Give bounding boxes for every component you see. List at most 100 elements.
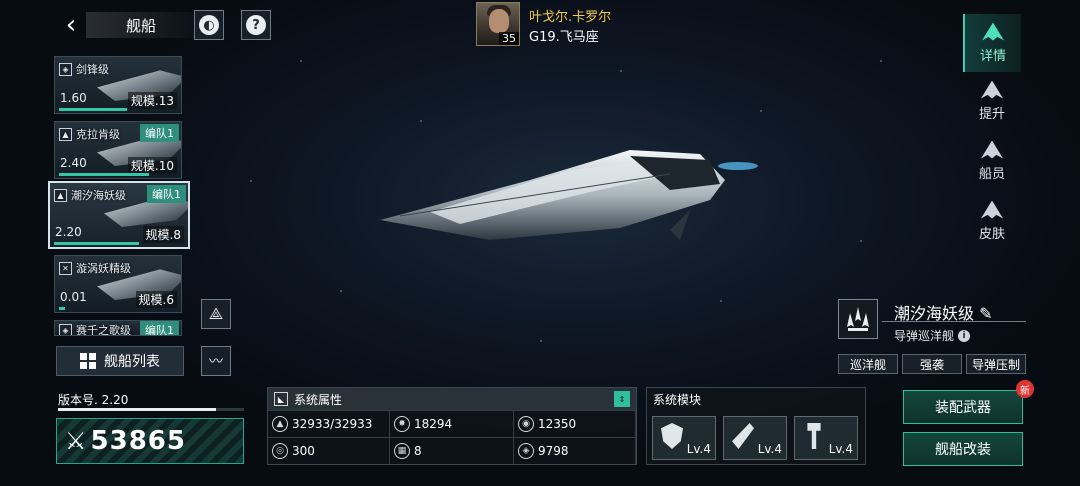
ship-card-scale: 规模.6 xyxy=(135,291,177,308)
expand-toggle-icon[interactable]: ⇕ xyxy=(614,391,630,407)
ship-card-progress xyxy=(54,242,139,245)
module-slot[interactable]: Lv.4 xyxy=(723,416,787,460)
speed-icon: ◎ xyxy=(272,443,288,459)
ship-card-selected[interactable]: ▲ 潮汐海妖级 编队1 2.20 规模.8 xyxy=(48,181,190,249)
fleet-formation-button[interactable]: ⟁ xyxy=(201,299,231,329)
new-badge: 新 xyxy=(1016,380,1034,398)
ship-model xyxy=(380,150,758,240)
module-slot[interactable]: Lv.4 xyxy=(652,416,716,460)
ship-card-version: 0.01 xyxy=(60,290,87,304)
attr-hull: ▲ 32933/32933 xyxy=(268,410,390,437)
tab-label: 皮肤 xyxy=(978,226,1005,242)
ship-card-scale: 规模.13 xyxy=(127,92,177,109)
missile-cruiser-icon xyxy=(847,307,869,331)
power-value: 53865 xyxy=(90,426,186,456)
info-icon[interactable]: i xyxy=(958,329,971,342)
tab-upgrade[interactable]: 提升 xyxy=(963,72,1021,130)
ship-tag: 巡洋舰 xyxy=(838,354,898,374)
ship-card-name: 剑锋级 xyxy=(76,63,109,76)
ship-card-progress xyxy=(59,108,127,111)
formation-icon: ⟁ xyxy=(208,304,224,323)
tab-details[interactable]: 详情 xyxy=(963,14,1021,72)
ship-card[interactable]: ◈ 剑锋级 1.60 规模.13 xyxy=(54,56,182,114)
ship-card-name: 漩涡妖精级 xyxy=(76,262,131,275)
energy-icon: ◈ xyxy=(518,443,534,459)
version-label: 版本号. 2.20 xyxy=(58,393,129,407)
galaxy-button[interactable]: ◐ xyxy=(194,10,224,40)
commander-location: G19.飞马座 xyxy=(529,30,599,45)
shield-class-icon: ◈ xyxy=(59,323,72,335)
module-slot[interactable]: Lv.4 xyxy=(794,416,858,460)
attributes-title: 系统属性 xyxy=(294,392,343,407)
commander-name: 叶戈尔.卡罗尔 xyxy=(529,10,612,25)
ship-tag: 强袭 xyxy=(902,354,962,374)
ship-tag: 导弹压制 xyxy=(966,354,1026,374)
crew-icon xyxy=(981,140,1003,159)
equip-weapons-button[interactable]: 装配武器 xyxy=(903,390,1023,424)
module-level: Lv.4 xyxy=(757,442,782,456)
shield-class-icon: ◈ xyxy=(59,62,72,76)
skin-icon xyxy=(981,200,1003,219)
page-title: 舰船 xyxy=(86,12,196,38)
attr-speed: ◎ 300 xyxy=(268,437,390,464)
commander-avatar[interactable]: 35 xyxy=(476,2,520,46)
ship-card-name: 潮汐海妖级 xyxy=(71,189,126,202)
ship-card-version: 1.60 xyxy=(60,91,87,105)
question-icon: ? xyxy=(246,15,266,35)
module-level: Lv.4 xyxy=(686,442,711,456)
tab-label: 船员 xyxy=(978,166,1005,182)
help-button[interactable]: ? xyxy=(241,10,271,40)
ship-type-label: 导弹巡洋舰 xyxy=(894,329,955,343)
wave-icon: 〰 xyxy=(209,354,223,370)
ship-card[interactable]: ▲ 克拉肯级 编队1 2.40 规模.10 xyxy=(54,121,182,179)
ship-list-button[interactable]: 舰船列表 xyxy=(56,346,184,376)
detail-icon xyxy=(982,22,1004,41)
tab-crew[interactable]: 船员 xyxy=(963,132,1021,190)
cross-class-icon: ✕ xyxy=(59,261,72,275)
armor-icon: ◉ xyxy=(518,416,534,432)
combat-power: ⚔ 53865 xyxy=(56,418,244,464)
missile-class-icon: ▲ xyxy=(54,188,67,202)
hull-icon: ▲ xyxy=(272,416,288,432)
fleet-badge: 编队1 xyxy=(140,124,179,142)
planet-icon: ◐ xyxy=(199,15,219,35)
crossed-swords-icon: ⚔ xyxy=(65,427,87,455)
fleet-stats-button[interactable]: 〰 xyxy=(201,346,231,376)
ship-card-scale: 规模.10 xyxy=(127,157,177,174)
ship-list-label: 舰船列表 xyxy=(104,354,160,370)
command-icon: ▦ xyxy=(394,443,410,459)
ship-class-badge xyxy=(838,299,878,339)
shield-module-icon xyxy=(661,423,683,449)
firepower-icon: ✸ xyxy=(394,416,410,432)
tab-skin[interactable]: 皮肤 xyxy=(963,192,1021,250)
ship-subtitle: 导弹巡洋舰 i xyxy=(894,327,971,344)
attr-armor: ◉ 12350 xyxy=(514,410,636,437)
ship-card[interactable]: ◈ 赛千之歌级 编队1 xyxy=(54,320,182,336)
name-divider xyxy=(882,321,1026,322)
tab-label: 提升 xyxy=(978,106,1005,122)
ship-card-name: 克拉肯级 xyxy=(76,128,120,141)
ship-card-progress xyxy=(59,173,149,176)
ship-card[interactable]: ✕ 漩涡妖精级 0.01 规模.6 xyxy=(54,255,182,313)
grid-icon xyxy=(80,353,96,369)
missile-module-icon xyxy=(732,423,754,449)
attributes-icon: ◣ xyxy=(274,392,288,406)
fleet-badge: 编队1 xyxy=(140,321,179,335)
modules-title: 系统模块 xyxy=(653,393,702,407)
missile-class-icon: ▲ xyxy=(59,127,72,141)
commander-level: 35 xyxy=(499,32,519,45)
ship-card-scale: 规模.8 xyxy=(142,226,184,243)
ship-refit-button[interactable]: 舰船改装 xyxy=(903,432,1023,466)
tab-label: 详情 xyxy=(979,48,1006,64)
attr-command: ▦ 8 xyxy=(390,437,514,464)
attr-firepower: ✸ 18294 xyxy=(390,410,514,437)
system-attributes-panel: ◣ 系统属性 ⇕ ▲ 32933/32933 ✸ 18294 ◉ 12350 ◎ 300… xyxy=(267,387,637,465)
hammer-module-icon xyxy=(807,423,821,449)
ship-card-name: 赛千之歌级 xyxy=(76,324,131,336)
upgrade-icon xyxy=(981,80,1003,99)
version-progress xyxy=(58,408,244,411)
ship-card-version: 2.20 xyxy=(55,225,82,239)
back-button[interactable]: ‹ xyxy=(58,10,84,40)
module-level: Lv.4 xyxy=(828,442,853,456)
ship-card-progress xyxy=(59,307,65,310)
